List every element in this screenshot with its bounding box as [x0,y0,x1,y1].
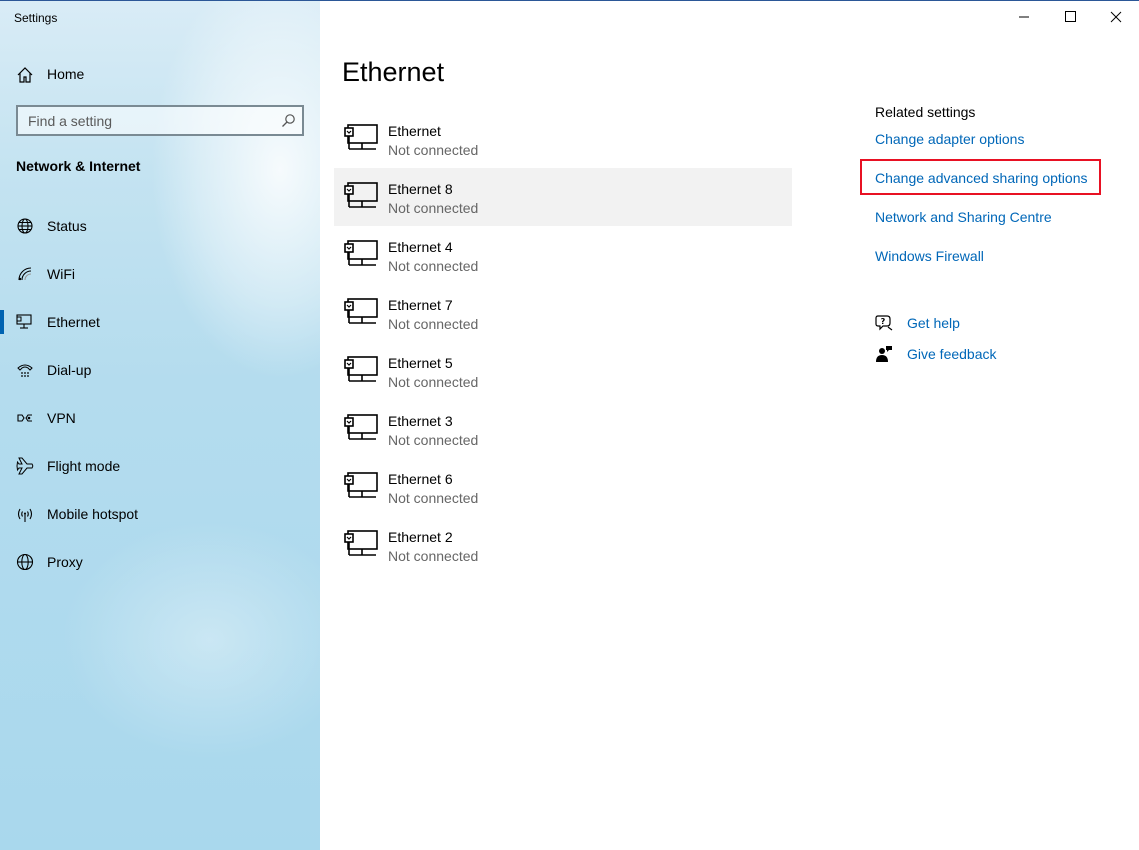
get-help-item[interactable]: ? Get help [875,313,1075,335]
change-advanced-sharing-options-link[interactable]: Change advanced sharing options [875,170,1088,186]
main-content: Ethernet Ethernet Not connected Ethernet 8… [320,0,1139,850]
windows-firewall-link[interactable]: Windows Firewall [875,248,984,264]
feedback-person-icon [876,346,892,362]
window-title: Settings [14,11,58,25]
dialup-icon [17,364,33,377]
vpn-icon [17,414,32,422]
adapter-row[interactable]: Ethernet 5 Not connected [334,342,792,400]
sidebar-item-label: Mobile hotspot [47,506,139,522]
adapter-status: Not connected [388,548,479,564]
globe-icon [16,553,34,571]
related-settings-title: Related settings [875,104,976,120]
page-title: Ethernet [342,57,445,87]
sidebar-item-flight-mode[interactable]: Flight mode [0,442,320,490]
maximize-button[interactable] [1047,0,1093,34]
sidebar-item-label: Status [47,218,87,234]
adapter-row[interactable]: Ethernet Not connected [334,110,792,168]
minimize-icon [1019,16,1029,18]
minimize-button[interactable] [1001,0,1047,34]
home-nav-item[interactable]: Home [0,58,320,90]
home-label: Home [47,66,85,82]
sidebar-item-label: Ethernet [47,314,100,330]
adapter-row[interactable]: Ethernet 2 Not connected [334,516,792,574]
chat-help-icon: ? [875,315,893,331]
sidebar-item-status[interactable]: Status [0,202,320,250]
wifi-icon [18,267,32,281]
adapter-status: Not connected [388,432,479,448]
adapter-status: Not connected [388,316,479,332]
change-adapter-options-link[interactable]: Change adapter options [875,131,1024,147]
sidebar-item-label: WiFi [47,266,75,282]
sidebar-item-label: VPN [47,410,76,426]
hotspot-icon [17,508,33,522]
network-and-sharing-centre-link[interactable]: Network and Sharing Centre [875,209,1052,225]
ethernet-adapter-icon [344,414,378,440]
get-help-link[interactable]: Get help [907,315,960,331]
adapter-status: Not connected [388,374,479,390]
sidebar-item-label: Proxy [47,554,83,570]
adapter-row[interactable]: Ethernet 8 Not connected [334,168,792,226]
ethernet-adapter-icon [344,472,378,498]
ethernet-adapter-icon [344,124,378,150]
close-button[interactable] [1093,0,1139,34]
ethernet-icon [16,314,32,329]
sidebar-item-dialup[interactable]: Dial-up [0,346,320,394]
adapter-name: Ethernet 8 [388,181,453,197]
search-input[interactable] [18,107,268,134]
adapter-row[interactable]: Ethernet 3 Not connected [334,400,792,458]
adapter-name: Ethernet 7 [388,297,453,313]
adapter-status: Not connected [388,200,479,216]
adapter-status: Not connected [388,142,479,158]
ethernet-adapter-icon [344,530,378,556]
ethernet-adapter-icon [344,240,378,266]
sidebar-nav: Status WiFi Ethernet Dial-up VPN Flight … [0,202,320,586]
adapter-name: Ethernet 6 [388,471,453,487]
sidebar-item-vpn[interactable]: VPN [0,394,320,442]
sidebar-item-label: Flight mode [47,458,121,474]
adapter-name: Ethernet 2 [388,529,453,545]
airplane-icon [16,457,34,475]
adapter-name: Ethernet 5 [388,355,453,371]
search-box[interactable] [16,105,304,136]
selection-indicator [0,310,4,334]
maximize-icon [1065,11,1076,22]
sidebar: Settings Home Network & Internet Status [0,0,320,850]
adapter-name: Ethernet 4 [388,239,453,255]
adapter-name: Ethernet 3 [388,413,453,429]
adapter-name: Ethernet [388,123,441,139]
home-icon [17,67,33,83]
sidebar-item-label: Dial-up [47,362,92,378]
globe-status-icon [17,218,33,234]
sidebar-item-ethernet[interactable]: Ethernet [0,298,320,346]
sidebar-item-proxy[interactable]: Proxy [0,538,320,586]
give-feedback-link[interactable]: Give feedback [907,346,997,362]
adapter-status: Not connected [388,258,479,274]
search-icon[interactable] [281,113,296,128]
ethernet-adapter-icon [344,182,378,208]
close-icon [1110,11,1122,23]
adapter-row[interactable]: Ethernet 7 Not connected [334,284,792,342]
adapter-status: Not connected [388,490,479,506]
section-title: Network & Internet [16,158,141,174]
caption-buttons [999,0,1139,34]
adapter-row[interactable]: Ethernet 4 Not connected [334,226,792,284]
svg-text:?: ? [881,317,886,326]
ethernet-adapter-icon [344,356,378,382]
adapter-list: Ethernet Not connected Ethernet 8 Not conne… [334,110,792,574]
sidebar-item-mobile-hotspot[interactable]: Mobile hotspot [0,490,320,538]
sidebar-item-wifi[interactable]: WiFi [0,250,320,298]
adapter-row[interactable]: Ethernet 6 Not connected [334,458,792,516]
give-feedback-item[interactable]: Give feedback [875,344,1075,366]
ethernet-adapter-icon [344,298,378,324]
